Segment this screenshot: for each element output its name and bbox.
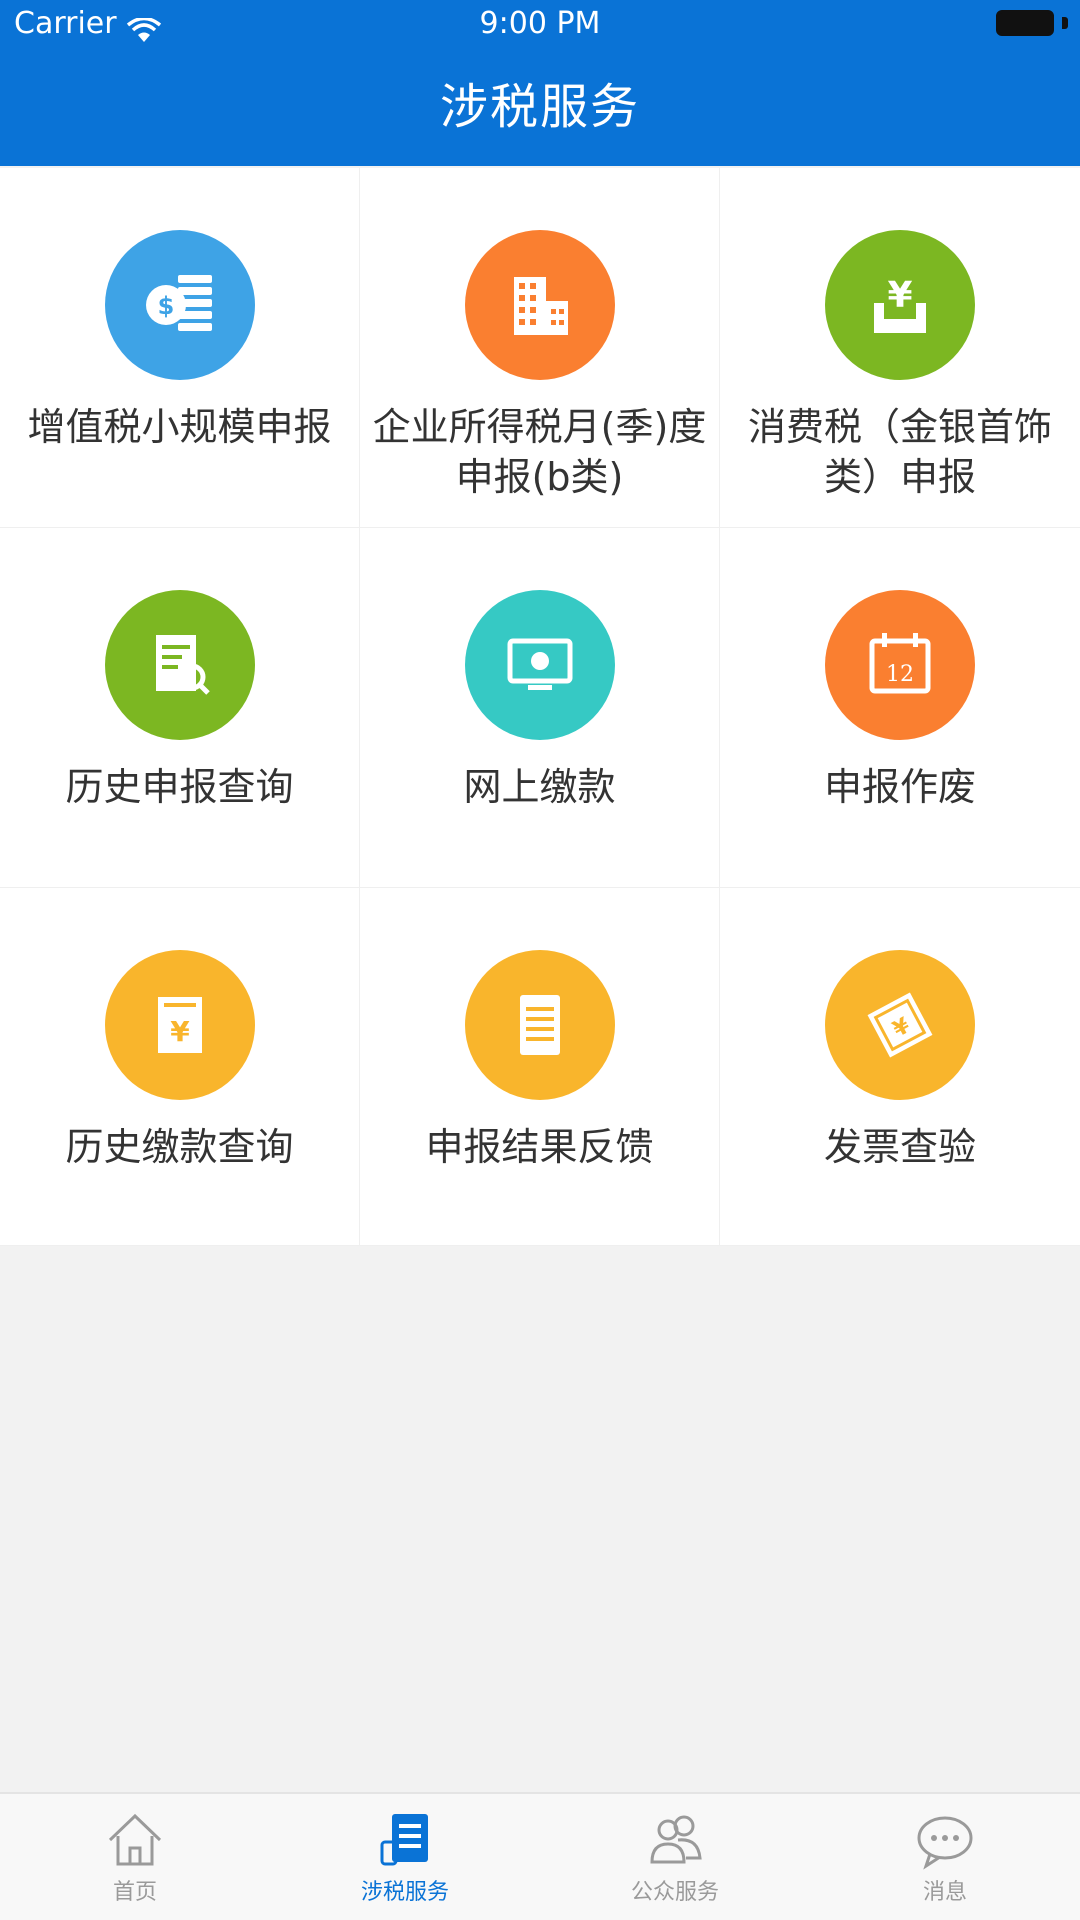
bottom-tab-bar: 首页 涉税服务 公众服务 消息 [0,1792,1080,1920]
icon-circle [104,590,255,740]
tab-tax-service[interactable]: 涉税服务 [270,1794,540,1920]
tab-label: 消息 [922,1880,967,1905]
grid-item-label: 申报结果反馈 [425,1125,654,1169]
service-grid: $ 增值税小规模申报 企业所得税月(季)度申报(b类) ¥ 消费税（金银首饰类）… [0,168,1080,1246]
monitor-payment-icon [507,638,572,690]
yen-document-icon: ¥ [157,997,202,1053]
grid-item-label: 申报作废 [823,765,976,809]
icon-circle: ¥ [104,950,255,1100]
battery-icon [996,10,1068,36]
building-icon [513,277,568,335]
grid-item-label: 发票查验 [823,1125,976,1169]
grid-item-label: 消费税（金银首饰类）申报 [747,405,1052,499]
svg-text:¥: ¥ [170,1015,190,1048]
grid-item-label: 网上缴款 [463,765,616,809]
svg-text:¥: ¥ [887,275,912,316]
icon-circle [464,950,615,1100]
grid-item-online-payment[interactable]: 网上缴款 [360,528,720,888]
icon-circle [464,590,615,740]
screen: Carrier 9:00 PM 涉税服务 $ 增值税小规模申报 企业所得税月(季… [0,0,1080,1920]
grid-item-history-payment-query[interactable]: ¥ 历史缴款查询 [0,888,360,1246]
grid-item-corporate-income-tax[interactable]: 企业所得税月(季)度申报(b类) [360,168,720,528]
tab-public-service[interactable]: 公众服务 [540,1794,810,1920]
public-service-icon [650,1815,702,1864]
document-search-icon [155,635,210,695]
status-bar: Carrier 9:00 PM [0,0,1080,48]
grid-item-history-declaration-query[interactable]: 历史申报查询 [0,528,360,888]
grid-item-consumption-tax[interactable]: ¥ 消费税（金银首饰类）申报 [720,168,1080,528]
svg-text:12: 12 [886,662,914,687]
invoice-ticket-icon: ¥ [867,992,933,1058]
tab-home[interactable]: 首页 [0,1794,270,1920]
home-icon [108,1813,162,1866]
yen-tray-icon: ¥ [874,275,926,333]
grid-item-invoice-verification[interactable]: ¥ 发票查验 [720,888,1080,1246]
grid-item-label: 增值税小规模申报 [27,405,332,449]
app-header: Carrier 9:00 PM 涉税服务 [0,0,1080,166]
tab-label: 首页 [112,1880,157,1905]
grid-item-label: 历史缴款查询 [65,1125,294,1169]
tab-label: 涉税服务 [360,1880,449,1905]
status-time: 9:00 PM [479,6,601,41]
grid-item-vat-small-scale[interactable]: $ 增值税小规模申报 [0,168,360,528]
icon-circle: ¥ [825,230,975,380]
coin-stack-icon: $ [145,275,212,331]
message-icon [917,1816,973,1870]
icon-circle: $ [104,230,255,380]
grid-item-label: 历史申报查询 [65,765,294,809]
grid-item-declaration-result-feedback[interactable]: 申报结果反馈 [360,888,720,1246]
grid-item-label: 企业所得税月(季)度申报(b类) [372,405,707,499]
page-title: 涉税服务 [439,79,640,135]
icon-circle: 12 [825,590,975,740]
calendar-icon: 12 [869,633,931,694]
icon-circle: ¥ [825,950,975,1100]
grid-item-declaration-void[interactable]: 12 申报作废 [720,528,1080,888]
tab-messages[interactable]: 消息 [810,1794,1080,1920]
svg-text:$: $ [157,292,174,320]
tax-service-icon [380,1814,428,1866]
icon-circle [464,230,615,380]
list-document-icon [519,995,560,1055]
tab-label: 公众服务 [630,1880,719,1905]
